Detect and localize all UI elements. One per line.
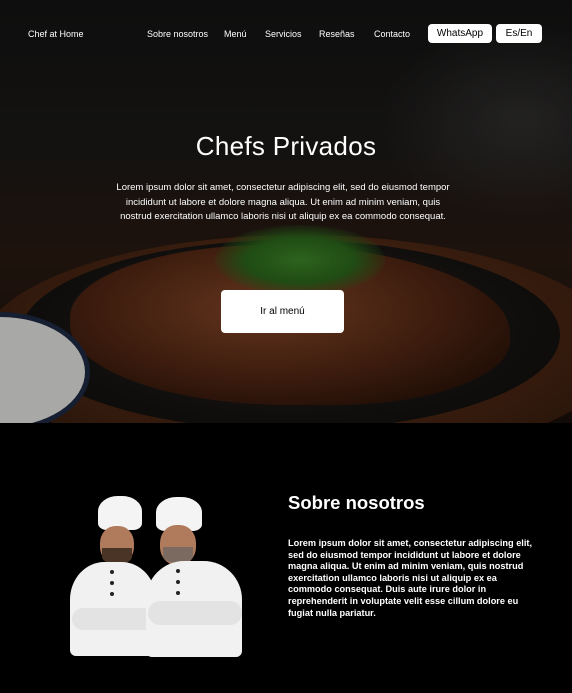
chef-figure-left (66, 496, 158, 656)
brand-logo-link[interactable]: Chef at Home (28, 29, 84, 39)
about-title: Sobre nosotros (288, 492, 425, 513)
go-to-menu-button[interactable]: Ir al menú (221, 290, 344, 333)
about-description: Lorem ipsum dolor sit amet, consectetur … (288, 538, 533, 618)
whatsapp-button[interactable]: WhatsApp (428, 24, 492, 43)
hero-description: Lorem ipsum dolor sit amet, consectetur … (116, 182, 450, 222)
nav-link-servicios[interactable]: Servicios (265, 29, 302, 39)
nav-link-resenas[interactable]: Reseñas (319, 29, 355, 39)
nav-link-menu[interactable]: Menú (224, 29, 247, 39)
language-toggle-button[interactable]: Es/En (496, 24, 542, 43)
chef-figure-right (146, 497, 244, 657)
hero-title: Chefs Privados (195, 131, 377, 161)
nav-link-sobre-nosotros[interactable]: Sobre nosotros (147, 29, 208, 39)
nav-link-contacto[interactable]: Contacto (374, 29, 410, 39)
